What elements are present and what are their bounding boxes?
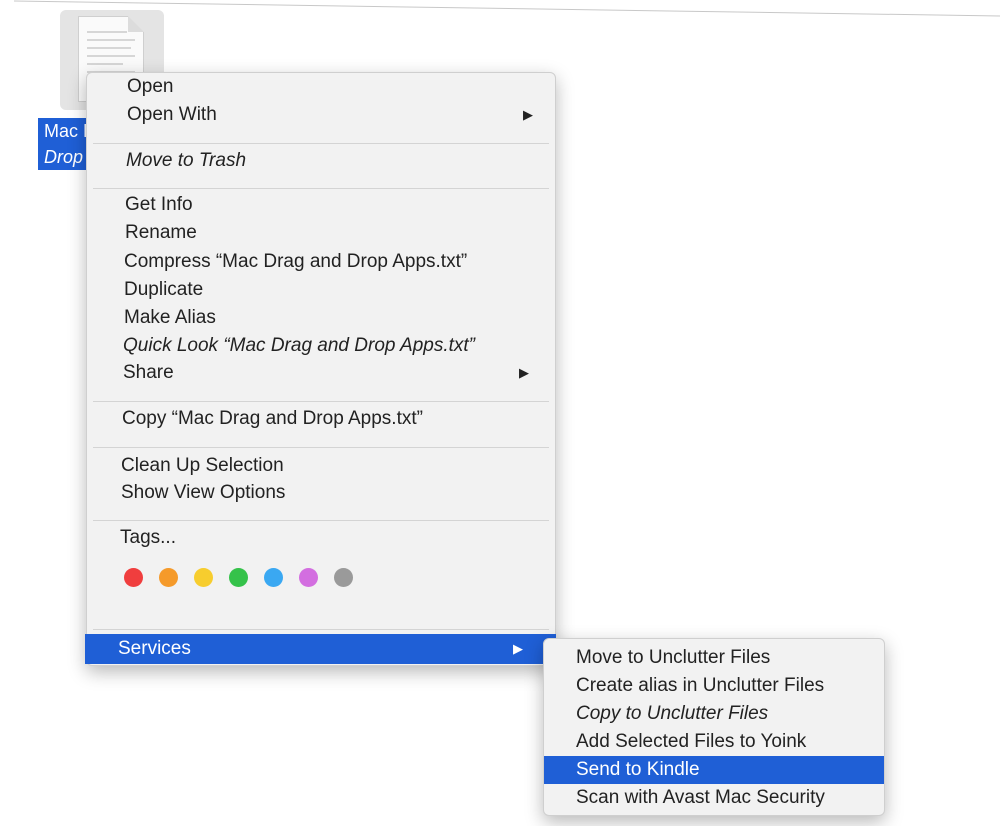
menu-separator <box>93 520 549 521</box>
services-item-label: Create alias in Unclutter Files <box>576 675 825 696</box>
menu-item-compress[interactable]: Compress “Mac Drag and Drop Apps.txt” <box>87 248 555 276</box>
menu-item-label: Move to Trash <box>126 150 247 171</box>
tag-color-dot[interactable] <box>159 568 178 587</box>
menu-item-label: Open With <box>127 104 217 125</box>
services-submenu: Move to Unclutter Files Create alias in U… <box>543 638 885 816</box>
submenu-arrow-icon: ▶ <box>523 107 533 122</box>
services-item-label: Add Selected Files to Yoink <box>576 731 807 752</box>
menu-item-show-view-options[interactable]: Show View Options <box>87 479 555 507</box>
menu-separator <box>93 143 549 144</box>
menu-item-label: Get Info <box>125 194 193 215</box>
menu-item-label: Duplicate <box>124 279 204 300</box>
menu-item-make-alias[interactable]: Make Alias <box>87 304 555 332</box>
tag-color-dot[interactable] <box>334 568 353 587</box>
services-item-label: Copy to Unclutter Files <box>576 703 769 724</box>
menu-item-label: Copy “Mac Drag and Drop Apps.txt” <box>122 408 423 429</box>
menu-item-services[interactable]: Services ▶ <box>85 634 556 664</box>
menu-item-move-to-trash[interactable]: Move to Trash <box>87 147 555 175</box>
services-item-label: Scan with Avast Mac Security <box>576 787 825 808</box>
tag-color-dot[interactable] <box>229 568 248 587</box>
menu-item-label: Tags... <box>120 527 176 548</box>
menu-item-label: Share <box>123 362 174 383</box>
services-item-label: Send to Kindle <box>576 759 700 780</box>
submenu-arrow-icon: ▶ <box>513 641 523 656</box>
menu-item-label: Open <box>127 76 174 97</box>
menu-separator <box>93 401 549 402</box>
services-item-scan-with-avast-mac-security[interactable]: Scan with Avast Mac Security <box>544 784 884 812</box>
menu-item-get-info[interactable]: Get Info <box>87 191 555 219</box>
context-menu: Open Open With ▶ Move to Trash Get Info … <box>85 72 556 666</box>
menu-item-rename[interactable]: Rename <box>87 219 555 247</box>
menu-item-clean-up-selection[interactable]: Clean Up Selection <box>87 452 555 480</box>
services-item-move-to-unclutter-files[interactable]: Move to Unclutter Files <box>544 644 884 672</box>
menu-item-label: Quick Look “Mac Drag and Drop Apps.txt” <box>123 335 475 356</box>
menu-item-tags[interactable]: Tags... <box>87 524 555 552</box>
menu-item-label: Compress “Mac Drag and Drop Apps.txt” <box>124 251 468 272</box>
menu-item-share[interactable]: Share ▶ <box>87 359 555 387</box>
menu-item-label: Services <box>118 638 191 659</box>
menu-separator <box>93 447 549 448</box>
submenu-arrow-icon: ▶ <box>519 365 529 380</box>
services-item-create-alias-in-unclutter-files[interactable]: Create alias in Unclutter Files <box>544 672 884 700</box>
menu-separator <box>93 629 549 630</box>
menu-item-label: Make Alias <box>124 307 216 328</box>
menu-item-open[interactable]: Open <box>87 73 555 101</box>
menu-item-copy[interactable]: Copy “Mac Drag and Drop Apps.txt” <box>87 405 555 433</box>
tag-color-dot[interactable] <box>299 568 318 587</box>
menu-item-duplicate[interactable]: Duplicate <box>87 276 555 304</box>
tag-color-dot[interactable] <box>264 568 283 587</box>
tag-color-dot[interactable] <box>194 568 213 587</box>
menu-item-label: Clean Up Selection <box>121 455 284 476</box>
services-item-label: Move to Unclutter Files <box>576 647 771 668</box>
menu-item-label: Rename <box>125 222 197 243</box>
menu-separator <box>93 188 549 189</box>
services-item-copy-to-unclutter-files[interactable]: Copy to Unclutter Files <box>544 700 884 728</box>
services-item-add-selected-files-to-yoink[interactable]: Add Selected Files to Yoink <box>544 728 884 756</box>
menu-item-quick-look[interactable]: Quick Look “Mac Drag and Drop Apps.txt” <box>87 332 555 360</box>
services-item-send-to-kindle[interactable]: Send to Kindle <box>544 756 884 784</box>
tag-color-dot[interactable] <box>124 568 143 587</box>
menu-item-label: Show View Options <box>121 482 286 503</box>
menu-item-open-with[interactable]: Open With ▶ <box>87 101 555 129</box>
